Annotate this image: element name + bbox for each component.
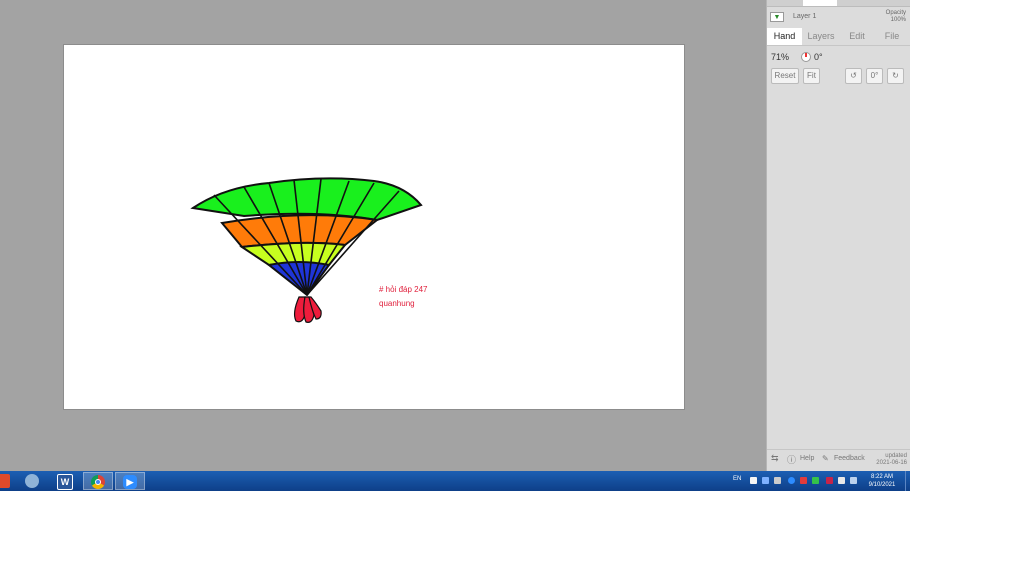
tray-app-icon[interactable]	[788, 477, 795, 484]
fan-tassel	[293, 296, 322, 323]
zoom-icon: ▶	[123, 475, 137, 489]
panel-tabs: Hand Layers Edit File	[767, 28, 910, 46]
opacity-label: Opacity	[885, 10, 906, 16]
fan-band-inner	[266, 261, 331, 297]
layer-thumbnail[interactable]: ▼	[770, 12, 784, 22]
system-tray: EN 8:22 AM 9/10/2021	[730, 471, 910, 491]
tray-network-icon[interactable]	[762, 477, 769, 484]
tab-edit[interactable]: Edit	[840, 28, 874, 45]
layer-name: Layer 1	[793, 13, 817, 20]
chrome-icon	[91, 475, 105, 489]
rotate-left-icon: ↺	[850, 71, 857, 80]
rotate-right-button[interactable]: ↻	[887, 68, 904, 84]
drawing-canvas[interactable]: # hỏi đáp 247 quanhung	[63, 44, 685, 410]
rotation-value[interactable]: 0°	[814, 52, 823, 62]
panel-top-tab[interactable]	[803, 0, 837, 6]
tray-tools-icon[interactable]	[774, 477, 781, 484]
settings-icon	[25, 474, 39, 488]
reset-button[interactable]: Reset	[771, 68, 799, 84]
language-indicator[interactable]: EN	[733, 476, 741, 482]
tab-file[interactable]: File	[874, 28, 910, 45]
clock-date: 9/10/2021	[868, 482, 896, 488]
feedback-icon[interactable]: ✎	[822, 454, 829, 463]
fan-band-outer	[190, 177, 423, 222]
workspace: # hỏi đáp 247 quanhung	[0, 0, 766, 471]
tray-shield-icon[interactable]	[826, 477, 833, 484]
fan-drawing	[190, 177, 423, 323]
paint-icon	[0, 474, 10, 488]
help-link[interactable]: Help	[800, 455, 814, 462]
rotate-left-button[interactable]: ↺	[845, 68, 862, 84]
tray-green-icon[interactable]	[812, 477, 819, 484]
note-line-1: # hỏi đáp 247	[379, 285, 428, 294]
volume-icon[interactable]	[838, 477, 845, 484]
tray-user-icon[interactable]	[750, 477, 757, 484]
side-panel: ▼ Layer 1 Opacity 100% Hand Layers Edit …	[766, 0, 910, 471]
rotation-angle-button[interactable]: 0°	[866, 68, 883, 84]
taskbar-settings[interactable]	[18, 472, 48, 490]
panel-footer: ⇆ ⓘ Help ✎ Feedback updated 2021-06-16	[767, 449, 910, 472]
taskbar-clock[interactable]: 8:22 AM 9/10/2021	[864, 473, 900, 489]
taskbar: W ▶ EN 8:22 AM 9/10/2021	[0, 471, 910, 491]
opacity-value: 100%	[890, 17, 906, 23]
taskbar-chrome[interactable]	[83, 472, 113, 490]
show-desktop-button[interactable]	[905, 471, 910, 491]
updated-info: updated 2021-06-16	[876, 453, 907, 467]
swap-icon[interactable]: ⇆	[771, 453, 779, 464]
taskbar-paint[interactable]	[0, 472, 16, 490]
updated-label: updated	[885, 453, 907, 459]
tray-red-icon[interactable]	[800, 477, 807, 484]
panel-top-strip	[767, 0, 910, 7]
note-line-2: quanhung	[379, 299, 415, 308]
taskbar-word[interactable]: W	[50, 472, 80, 490]
signal-icon[interactable]	[850, 477, 857, 484]
help-icon[interactable]: ⓘ	[787, 453, 796, 466]
word-icon: W	[57, 474, 73, 490]
feedback-link[interactable]: Feedback	[834, 455, 865, 462]
taskbar-zoom[interactable]: ▶	[115, 472, 145, 490]
updated-date: 2021-06-16	[876, 460, 907, 466]
tab-hand[interactable]: Hand	[767, 28, 802, 45]
layer-row[interactable]: ▼ Layer 1 Opacity 100%	[767, 8, 910, 28]
tab-layers[interactable]: Layers	[802, 28, 840, 45]
fit-button[interactable]: Fit	[803, 68, 820, 84]
rotate-right-icon: ↻	[892, 71, 899, 80]
clock-time: 8:22 AM	[870, 474, 893, 480]
rotation-dial-icon[interactable]	[801, 52, 811, 62]
zoom-level[interactable]: 71%	[771, 52, 789, 62]
layer-opacity[interactable]: Opacity 100%	[886, 10, 906, 24]
